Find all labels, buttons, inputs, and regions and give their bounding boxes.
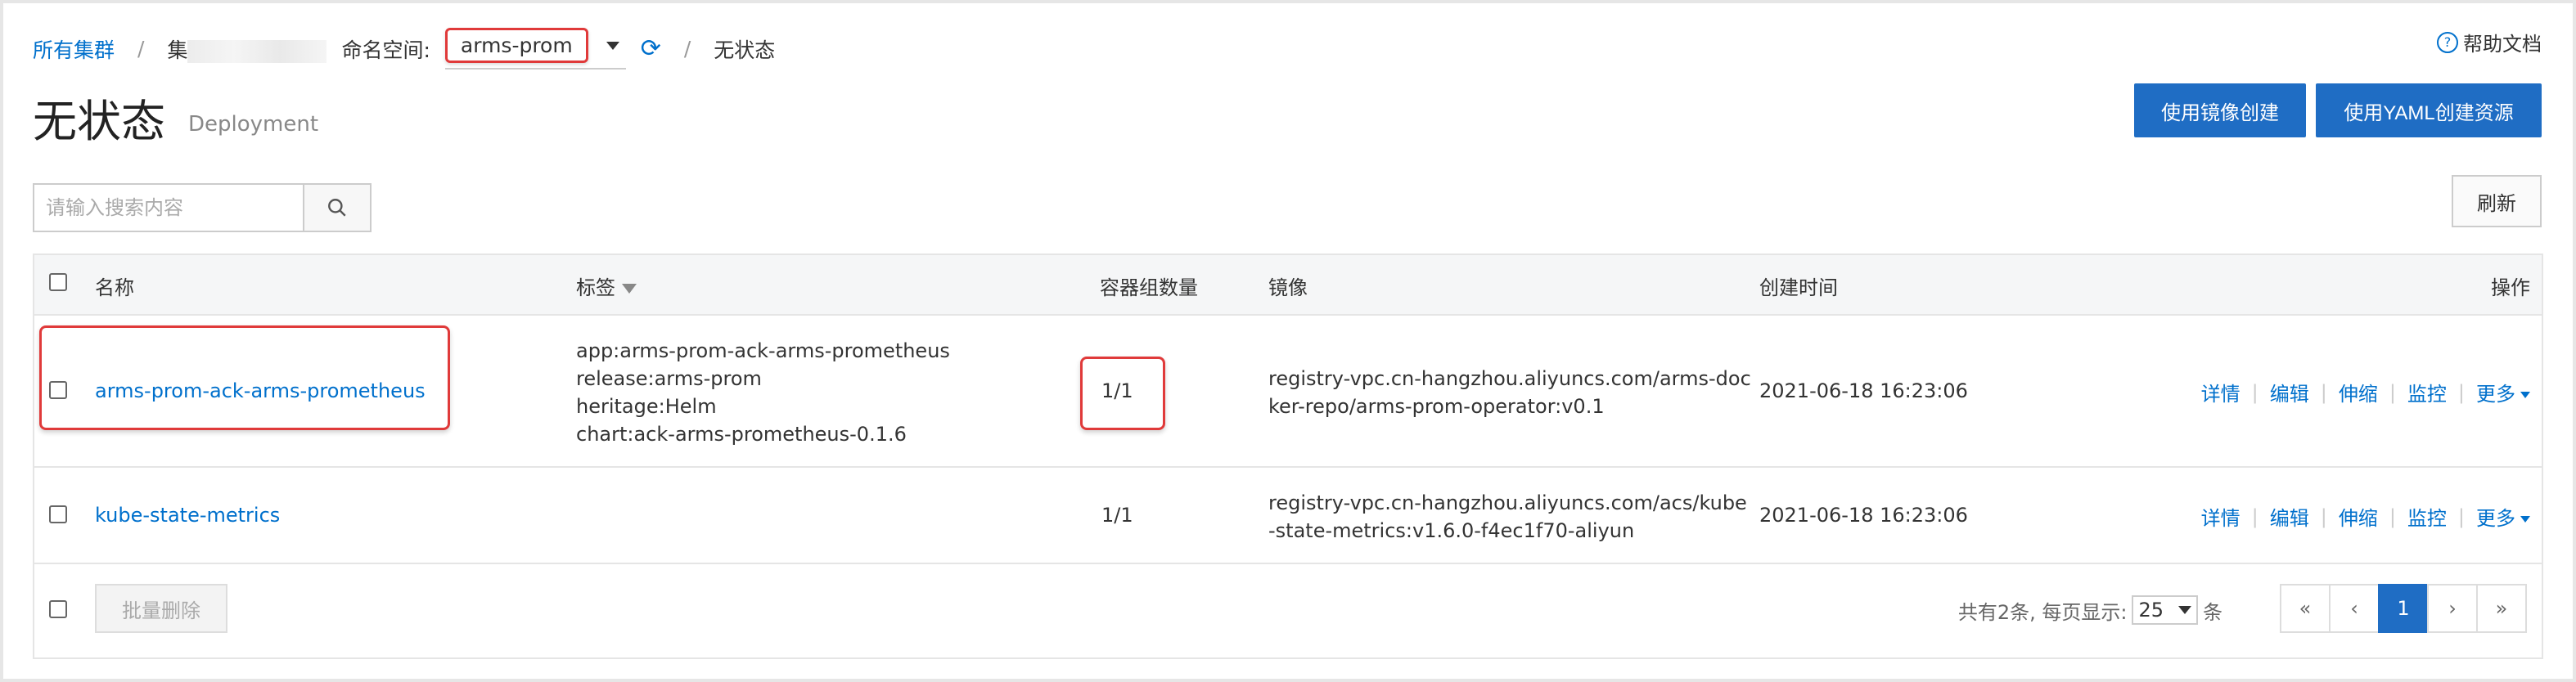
breadcrumb-cluster[interactable]: 集: [167, 34, 327, 64]
cluster-name-redacted: [187, 39, 327, 63]
divider: |: [2457, 505, 2465, 528]
header-created: 创建时间: [1759, 276, 1838, 299]
create-by-image-button[interactable]: 使用镜像创建: [2134, 83, 2306, 137]
breadcrumb-all-clusters[interactable]: 所有集群: [33, 34, 115, 64]
search-input[interactable]: [34, 185, 303, 231]
image-cell: registry-vpc.cn-hangzhou.aliyuncs.com/ac…: [1268, 489, 1747, 545]
page-subtitle: Deployment: [188, 112, 319, 137]
more-dropdown[interactable]: 更多: [2476, 378, 2530, 406]
pagination: « ‹ 1 › »: [2280, 584, 2527, 633]
header-labels[interactable]: 标签: [576, 271, 637, 300]
divider: |: [2320, 380, 2327, 404]
scale-link[interactable]: 伸缩: [2339, 378, 2378, 406]
row-actions: 详情 | 编辑 | 伸缩 | 监控 | 更多: [2201, 378, 2530, 406]
table-header: 名称 标签 容器组数量 镜像 创建时间 操作: [34, 255, 2542, 316]
label-tag: heritage:Helm: [576, 395, 717, 418]
namespace-label: 命名空间:: [341, 38, 430, 62]
monitor-link[interactable]: 监控: [2407, 378, 2447, 406]
more-dropdown[interactable]: 更多: [2476, 502, 2530, 531]
header-labels-text: 标签: [576, 276, 615, 299]
select-all-checkbox[interactable]: [49, 273, 67, 291]
filter-icon[interactable]: [622, 284, 637, 294]
scale-link[interactable]: 伸缩: [2339, 502, 2378, 531]
details-link[interactable]: 详情: [2201, 502, 2240, 531]
namespace-select[interactable]: arms-prom: [444, 28, 626, 70]
details-link[interactable]: 详情: [2201, 378, 2240, 406]
divider: |: [2457, 380, 2465, 404]
namespace-value: arms-prom: [444, 28, 588, 63]
deployment-name-link[interactable]: arms-prom-ack-arms-prometheus: [95, 379, 426, 402]
batch-delete-button[interactable]: 批量删除: [95, 584, 227, 633]
chevron-down-icon: [2520, 516, 2530, 523]
footer-select-all-checkbox[interactable]: [49, 600, 67, 618]
help-label: 帮助文档: [2463, 33, 2542, 56]
search-icon: [328, 199, 346, 217]
page-title: 无状态: [33, 96, 165, 147]
highlight-box: [39, 325, 450, 430]
divider: |: [2251, 505, 2259, 528]
app-frame: 所有集群 / 集 命名空间: arms-prom ⟳ / 无状态 ? 帮助文档 …: [0, 0, 2576, 682]
refresh-button[interactable]: 刷新: [2452, 175, 2542, 227]
last-page-button[interactable]: »: [2476, 584, 2527, 633]
image-cell: registry-vpc.cn-hangzhou.aliyuncs.com/ar…: [1268, 365, 1751, 420]
image-line: -state-metrics:v1.6.0-f4ec1f70-aliyun: [1268, 519, 1635, 542]
header-actions: 操作: [2491, 276, 2530, 299]
image-line: registry-vpc.cn-hangzhou.aliyuncs.com/ac…: [1268, 491, 1747, 514]
breadcrumb-separator: /: [137, 37, 145, 61]
search-button[interactable]: [303, 185, 370, 231]
header-pods: 容器组数量: [1100, 276, 1198, 299]
divider: |: [2389, 380, 2396, 404]
created-time: 2021-06-18 16:23:06: [1759, 379, 1968, 402]
pagination-summary: 共有2条, 每页显示:: [1957, 600, 2128, 624]
chevron-down-icon: [606, 41, 619, 50]
table-row: arms-prom-ack-arms-prometheus app:arms-p…: [34, 316, 2542, 468]
divider: |: [2251, 380, 2259, 404]
help-docs-link[interactable]: ? 帮助文档: [2437, 28, 2542, 56]
pagination-unit: 条: [2203, 600, 2222, 624]
row-checkbox[interactable]: [49, 381, 67, 399]
page-size-value: 25: [2138, 599, 2164, 621]
labels-cell: app:arms-prom-ack-arms-prometheus releas…: [576, 337, 950, 448]
create-by-yaml-button[interactable]: 使用YAML创建资源: [2316, 83, 2542, 137]
table-footer: 批量删除 共有2条, 每页显示: 25 条 « ‹ 1 › »: [34, 564, 2542, 657]
page-size-select[interactable]: 25: [2132, 595, 2198, 625]
divider: |: [2389, 505, 2396, 528]
created-time: 2021-06-18 16:23:06: [1759, 504, 1968, 527]
chevron-down-icon: [2520, 392, 2530, 398]
cluster-prefix: 集: [167, 38, 188, 62]
pagination-info: 共有2条, 每页显示: 25 条: [1958, 595, 2222, 625]
deployment-name-link[interactable]: kube-state-metrics: [95, 504, 280, 527]
table-row: kube-state-metrics 1/1 registry-vpc.cn-h…: [34, 468, 2542, 564]
label-tag: release:arms-prom: [576, 367, 762, 390]
header-name: 名称: [95, 276, 134, 299]
pods-count: 1/1: [1101, 379, 1133, 402]
breadcrumb-current: 无状态: [714, 38, 776, 62]
deployments-table: 名称 标签 容器组数量 镜像 创建时间 操作 arms-prom-ack-arm…: [33, 254, 2543, 659]
first-page-button[interactable]: «: [2280, 584, 2331, 633]
more-label: 更多: [2476, 507, 2515, 530]
page-button-current[interactable]: 1: [2378, 584, 2429, 633]
edit-link[interactable]: 编辑: [2270, 502, 2309, 531]
more-label: 更多: [2476, 383, 2515, 406]
next-page-button[interactable]: ›: [2427, 584, 2478, 633]
row-actions: 详情 | 编辑 | 伸缩 | 监控 | 更多: [2201, 502, 2530, 531]
pods-count: 1/1: [1101, 504, 1133, 527]
help-icon: ?: [2437, 31, 2458, 53]
edit-link[interactable]: 编辑: [2270, 378, 2309, 406]
breadcrumb: 所有集群 / 集 命名空间: arms-prom ⟳ / 无状态: [33, 28, 775, 70]
label-tag: chart:ack-arms-prometheus-0.1.6: [576, 423, 907, 446]
divider: |: [2320, 505, 2327, 528]
row-checkbox[interactable]: [49, 505, 67, 523]
refresh-icon[interactable]: ⟳: [641, 36, 661, 61]
monitor-link[interactable]: 监控: [2407, 502, 2447, 531]
image-line: registry-vpc.cn-hangzhou.aliyuncs.com/ar…: [1268, 367, 1751, 390]
label-tag: app:arms-prom-ack-arms-prometheus: [576, 339, 950, 362]
header-image: 镜像: [1268, 276, 1308, 299]
prev-page-button[interactable]: ‹: [2329, 584, 2380, 633]
chevron-down-icon: [2178, 606, 2191, 614]
search-box: [33, 183, 372, 232]
image-line: ker-repo/arms-prom-operator:v0.1: [1268, 395, 1605, 418]
breadcrumb-separator: /: [683, 37, 691, 61]
